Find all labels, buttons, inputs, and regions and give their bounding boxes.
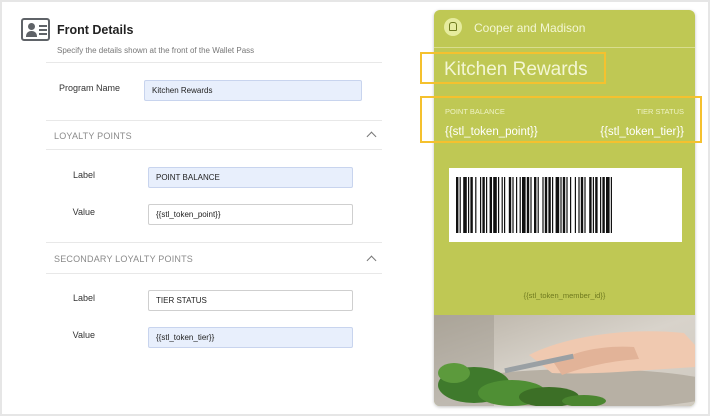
loyalty-value-label: Value [72,207,95,217]
pass-organization-name: Cooper and Madison [474,21,586,35]
chevron-up-icon[interactable] [366,255,377,266]
loyalty-value-input[interactable]: {{stl_token_point}} [148,204,353,225]
barcode-bars [456,177,612,233]
divider [46,149,382,150]
page-subtitle: Specify the details shown at the front o… [57,46,255,55]
loyalty-label-label: Label [72,170,95,180]
page-frame: Front Details Specify the details shown … [2,2,708,414]
divider [46,120,382,121]
page-title: Front Details [57,23,134,37]
chef-hat-icon [444,18,462,36]
pass-member-id: {{stl_token_member_id}} [523,291,606,300]
pass-divider [434,47,695,48]
secondary-loyalty-section-title: SECONDARY LOYALTY POINTS [54,254,194,264]
pass-strip-image [434,315,695,406]
secondary-label-label: Label [72,293,95,303]
program-name-label: Program Name [58,83,120,93]
secondary-value-label: Value [72,330,95,340]
id-card-icon [21,18,50,41]
loyalty-label-input[interactable]: POINT BALANCE [148,167,353,188]
secondary-value-input[interactable]: {{stl_token_tier}} [148,327,353,348]
barcode [449,168,682,242]
divider [46,273,382,274]
divider [46,62,382,63]
loyalty-points-section-title: LOYALTY POINTS [54,131,132,141]
fields-highlight [420,96,702,143]
divider [46,242,382,243]
program-name-highlight [420,52,606,84]
chevron-up-icon[interactable] [366,131,377,142]
secondary-label-input[interactable]: TIER STATUS [148,290,353,311]
program-name-input[interactable]: Kitchen Rewards [144,80,362,101]
